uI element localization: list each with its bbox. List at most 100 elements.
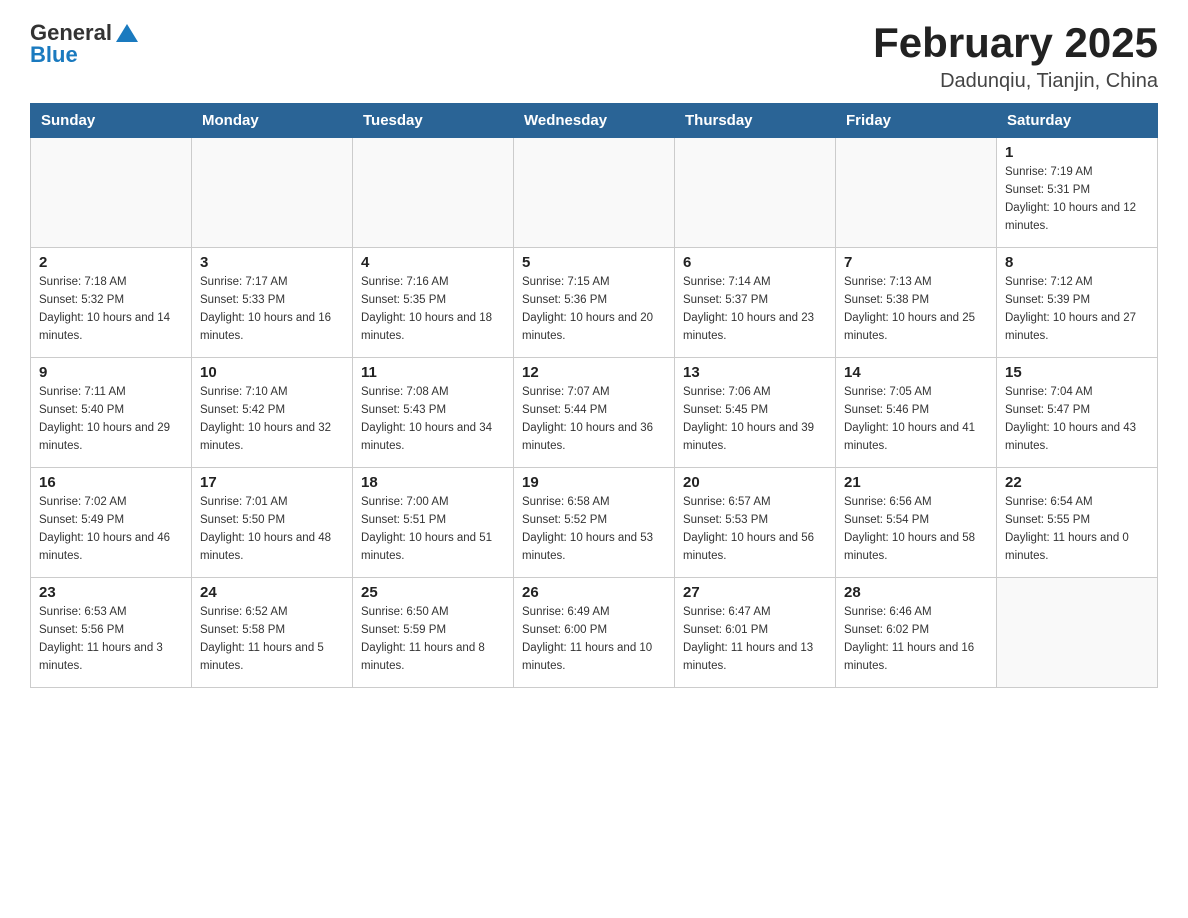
day-number: 28 (844, 584, 988, 601)
calendar-cell (997, 578, 1158, 688)
day-info: Sunrise: 7:11 AMSunset: 5:40 PMDaylight:… (39, 384, 183, 455)
calendar-cell: 10 Sunrise: 7:10 AMSunset: 5:42 PMDayligh… (192, 358, 353, 468)
week-row-3: 16 Sunrise: 7:02 AMSunset: 5:49 PMDayligh… (31, 468, 1158, 578)
day-info: Sunrise: 7:15 AMSunset: 5:36 PMDaylight:… (522, 274, 666, 345)
calendar-table: Sunday Monday Tuesday Wednesday Thursday… (30, 103, 1158, 688)
day-info: Sunrise: 7:01 AMSunset: 5:50 PMDaylight:… (200, 494, 344, 565)
calendar-cell (836, 138, 997, 248)
day-number: 5 (522, 254, 666, 271)
calendar-cell: 21 Sunrise: 6:56 AMSunset: 5:54 PMDayligh… (836, 468, 997, 578)
calendar-cell: 27 Sunrise: 6:47 AMSunset: 6:01 PMDayligh… (675, 578, 836, 688)
day-number: 8 (1005, 254, 1149, 271)
day-info: Sunrise: 6:57 AMSunset: 5:53 PMDaylight:… (683, 494, 827, 565)
day-number: 11 (361, 364, 505, 381)
calendar-cell: 22Sunrise: 6:54 AMSunset: 5:55 PMDayligh… (997, 468, 1158, 578)
day-info: Sunrise: 6:46 AMSunset: 6:02 PMDaylight:… (844, 604, 988, 675)
day-number: 23 (39, 584, 183, 601)
calendar-cell (675, 138, 836, 248)
calendar-cell (353, 138, 514, 248)
day-number: 3 (200, 254, 344, 271)
calendar-cell: 5 Sunrise: 7:15 AMSunset: 5:36 PMDaylight… (514, 248, 675, 358)
calendar-cell: 7 Sunrise: 7:13 AMSunset: 5:38 PMDaylight… (836, 248, 997, 358)
day-number: 27 (683, 584, 827, 601)
week-row-1: 2Sunrise: 7:18 AMSunset: 5:32 PMDaylight… (31, 248, 1158, 358)
day-info: Sunrise: 6:58 AMSunset: 5:52 PMDaylight:… (522, 494, 666, 565)
calendar-cell: 17 Sunrise: 7:01 AMSunset: 5:50 PMDayligh… (192, 468, 353, 578)
header-row: Sunday Monday Tuesday Wednesday Thursday… (31, 104, 1158, 138)
day-info: Sunrise: 6:49 AMSunset: 6:00 PMDaylight:… (522, 604, 666, 675)
calendar-cell: 14 Sunrise: 7:05 AMSunset: 5:46 PMDayligh… (836, 358, 997, 468)
col-monday: Monday (192, 104, 353, 138)
day-info: Sunrise: 7:19 AMSunset: 5:31 PMDaylight:… (1005, 164, 1149, 235)
calendar-cell: 18Sunrise: 7:00 AMSunset: 5:51 PMDayligh… (353, 468, 514, 578)
week-row-2: 9 Sunrise: 7:11 AMSunset: 5:40 PMDaylight… (31, 358, 1158, 468)
calendar-cell: 1 Sunrise: 7:19 AMSunset: 5:31 PMDaylight… (997, 138, 1158, 248)
calendar-cell: 13 Sunrise: 7:06 AMSunset: 5:45 PMDayligh… (675, 358, 836, 468)
day-number: 10 (200, 364, 344, 381)
day-info: Sunrise: 7:06 AMSunset: 5:45 PMDaylight:… (683, 384, 827, 455)
day-number: 16 (39, 474, 183, 491)
day-info: Sunrise: 7:04 AMSunset: 5:47 PMDaylight:… (1005, 384, 1149, 455)
day-info: Sunrise: 7:13 AMSunset: 5:38 PMDaylight:… (844, 274, 988, 345)
calendar-cell: 2Sunrise: 7:18 AMSunset: 5:32 PMDaylight… (31, 248, 192, 358)
calendar-cell: 25Sunrise: 6:50 AMSunset: 5:59 PMDayligh… (353, 578, 514, 688)
calendar-cell: 6 Sunrise: 7:14 AMSunset: 5:37 PMDaylight… (675, 248, 836, 358)
calendar-cell: 4 Sunrise: 7:16 AMSunset: 5:35 PMDaylight… (353, 248, 514, 358)
day-info: Sunrise: 7:14 AMSunset: 5:37 PMDaylight:… (683, 274, 827, 345)
page-header: General Blue February 2025 Dadunqiu, Tia… (30, 20, 1158, 93)
day-number: 9 (39, 364, 183, 381)
col-thursday: Thursday (675, 104, 836, 138)
calendar-cell: 9 Sunrise: 7:11 AMSunset: 5:40 PMDaylight… (31, 358, 192, 468)
calendar-cell: 12 Sunrise: 7:07 AMSunset: 5:44 PMDayligh… (514, 358, 675, 468)
day-info: Sunrise: 7:17 AMSunset: 5:33 PMDaylight:… (200, 274, 344, 345)
day-info: Sunrise: 7:05 AMSunset: 5:46 PMDaylight:… (844, 384, 988, 455)
col-sunday: Sunday (31, 104, 192, 138)
calendar-cell: 3 Sunrise: 7:17 AMSunset: 5:33 PMDaylight… (192, 248, 353, 358)
day-number: 25 (361, 584, 505, 601)
week-row-4: 23 Sunrise: 6:53 AMSunset: 5:56 PMDayligh… (31, 578, 1158, 688)
day-info: Sunrise: 7:10 AMSunset: 5:42 PMDaylight:… (200, 384, 344, 455)
day-number: 26 (522, 584, 666, 601)
title-block: February 2025 Dadunqiu, Tianjin, China (873, 20, 1158, 93)
day-number: 4 (361, 254, 505, 271)
calendar-cell (192, 138, 353, 248)
col-saturday: Saturday (997, 104, 1158, 138)
day-info: Sunrise: 7:12 AMSunset: 5:39 PMDaylight:… (1005, 274, 1149, 345)
day-info: Sunrise: 6:47 AMSunset: 6:01 PMDaylight:… (683, 604, 827, 675)
calendar-title: February 2025 (873, 20, 1158, 66)
day-number: 14 (844, 364, 988, 381)
day-number: 17 (200, 474, 344, 491)
day-info: Sunrise: 7:18 AMSunset: 5:32 PMDaylight:… (39, 274, 183, 345)
day-number: 24 (200, 584, 344, 601)
day-number: 1 (1005, 144, 1149, 161)
day-info: Sunrise: 7:02 AMSunset: 5:49 PMDaylight:… (39, 494, 183, 565)
calendar-cell: 24 Sunrise: 6:52 AMSunset: 5:58 PMDayligh… (192, 578, 353, 688)
day-info: Sunrise: 6:56 AMSunset: 5:54 PMDaylight:… (844, 494, 988, 565)
day-number: 21 (844, 474, 988, 491)
day-number: 20 (683, 474, 827, 491)
calendar-cell: 8 Sunrise: 7:12 AMSunset: 5:39 PMDaylight… (997, 248, 1158, 358)
logo: General Blue (30, 20, 138, 68)
day-info: Sunrise: 7:16 AMSunset: 5:35 PMDaylight:… (361, 274, 505, 345)
day-number: 12 (522, 364, 666, 381)
day-number: 13 (683, 364, 827, 381)
logo-blue-text: Blue (30, 42, 78, 68)
day-info: Sunrise: 7:08 AMSunset: 5:43 PMDaylight:… (361, 384, 505, 455)
calendar-subtitle: Dadunqiu, Tianjin, China (873, 70, 1158, 93)
day-number: 15 (1005, 364, 1149, 381)
day-number: 18 (361, 474, 505, 491)
day-number: 6 (683, 254, 827, 271)
calendar-cell: 16 Sunrise: 7:02 AMSunset: 5:49 PMDayligh… (31, 468, 192, 578)
day-number: 19 (522, 474, 666, 491)
calendar-cell (514, 138, 675, 248)
day-number: 7 (844, 254, 988, 271)
calendar-cell: 11 Sunrise: 7:08 AMSunset: 5:43 PMDayligh… (353, 358, 514, 468)
calendar-cell: 19 Sunrise: 6:58 AMSunset: 5:52 PMDayligh… (514, 468, 675, 578)
day-info: Sunrise: 6:52 AMSunset: 5:58 PMDaylight:… (200, 604, 344, 675)
col-wednesday: Wednesday (514, 104, 675, 138)
day-info: Sunrise: 6:53 AMSunset: 5:56 PMDaylight:… (39, 604, 183, 675)
calendar-cell: 28 Sunrise: 6:46 AMSunset: 6:02 PMDayligh… (836, 578, 997, 688)
col-friday: Friday (836, 104, 997, 138)
day-info: Sunrise: 7:07 AMSunset: 5:44 PMDaylight:… (522, 384, 666, 455)
calendar-cell: 26 Sunrise: 6:49 AMSunset: 6:00 PMDayligh… (514, 578, 675, 688)
